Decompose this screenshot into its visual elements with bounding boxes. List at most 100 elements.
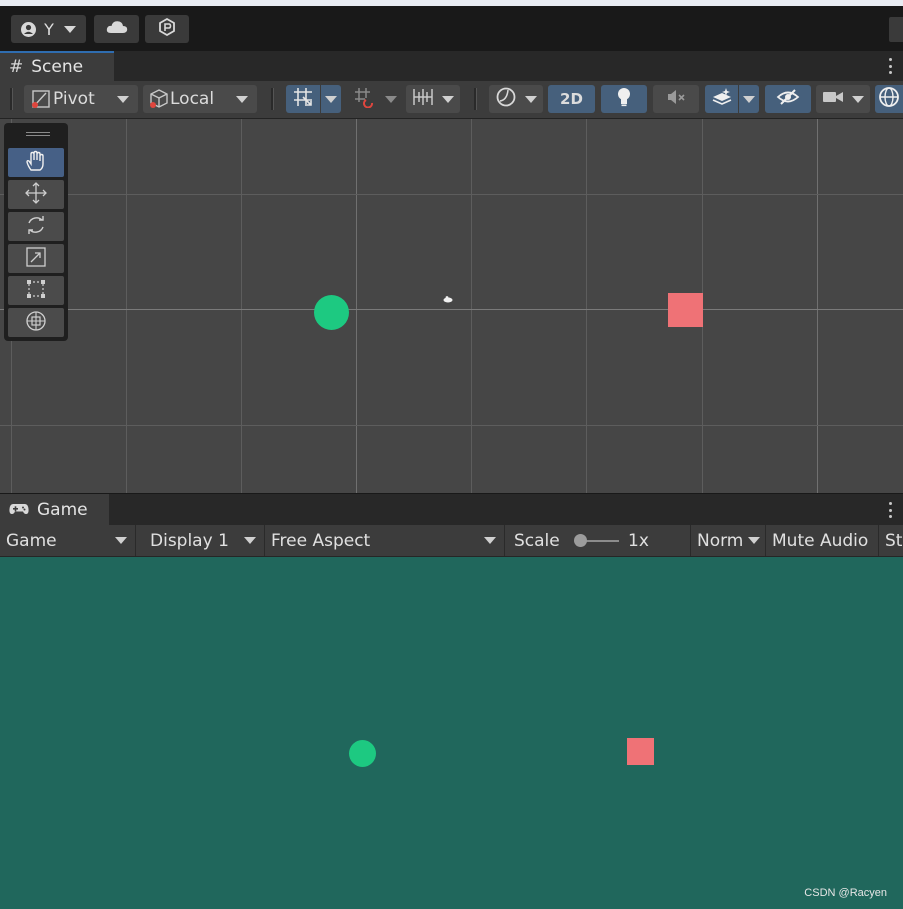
move-tool-button[interactable] <box>8 180 64 209</box>
collab-icon <box>158 17 176 40</box>
mute-audio-label: Mute Audio <box>772 530 869 551</box>
scene-circle-sprite[interactable] <box>314 295 349 330</box>
display-select-value: Display 1 <box>150 530 229 551</box>
rect-transform-icon <box>25 278 47 304</box>
mode-2d-label: 2D <box>560 90 583 108</box>
norm-select[interactable]: Norm <box>691 525 766 556</box>
stats-toggle[interactable]: St <box>879 525 903 556</box>
scene-visibility-toggle[interactable] <box>765 85 811 113</box>
grid-line <box>817 119 818 493</box>
chevron-down-icon <box>117 96 129 103</box>
tab-scene[interactable]: # Scene <box>0 51 114 81</box>
grid-line <box>0 309 903 310</box>
rotate-icon <box>25 214 47 240</box>
chevron-down-icon <box>236 96 248 103</box>
game-view-select[interactable]: Game <box>0 525 136 556</box>
game-view[interactable]: CSDN @Racyen <box>0 557 903 909</box>
chevron-down-icon <box>63 25 76 33</box>
chevron-down-icon <box>115 537 127 544</box>
rect-tool-button[interactable] <box>8 276 64 305</box>
local-label: Local <box>170 89 215 109</box>
game-toolbar: Game Display 1 Free Aspect Scale 1x Norm… <box>0 525 903 557</box>
aspect-select-value: Free Aspect <box>271 530 371 551</box>
overlay-grip <box>26 135 50 136</box>
local-dropdown[interactable]: Local <box>143 85 257 113</box>
more-options-icon[interactable] <box>887 502 893 518</box>
scale-tool-button[interactable] <box>8 244 64 273</box>
chevron-down-icon <box>525 96 537 103</box>
rotate-tool-button[interactable] <box>8 212 64 241</box>
scene-camera-dropdown[interactable] <box>816 85 870 113</box>
grid-line <box>241 119 242 493</box>
eye-slash-icon <box>776 88 800 111</box>
chevron-down-icon <box>385 96 397 103</box>
chevron-down-icon <box>484 537 496 544</box>
chevron-down-icon <box>442 96 454 103</box>
scene-toolbar: Pivot Local 2D <box>0 81 903 119</box>
chevron-down-icon <box>743 95 755 103</box>
watermark: CSDN @Racyen <box>804 887 887 899</box>
view-tool-button[interactable] <box>8 148 64 177</box>
audio-mute-icon <box>666 88 686 111</box>
account-label: Y <box>44 19 54 39</box>
scale-control: Scale 1x <box>505 525 691 556</box>
mute-audio-toggle[interactable]: Mute Audio <box>766 525 879 556</box>
cloud-icon <box>106 20 128 38</box>
aspect-select[interactable]: Free Aspect <box>265 525 505 556</box>
chevron-down-icon <box>748 537 760 544</box>
tools-overlay <box>4 123 68 341</box>
grid-line <box>471 119 472 493</box>
chevron-down-icon <box>244 537 256 544</box>
tab-game[interactable]: Game <box>0 494 109 525</box>
grid-line <box>0 425 903 426</box>
ruler-snap-dropdown[interactable] <box>406 85 460 113</box>
tab-game-label: Game <box>37 499 88 520</box>
hash-icon: # <box>9 57 24 77</box>
grid-snap-icon <box>292 86 314 113</box>
scale-slider-handle[interactable] <box>574 534 587 547</box>
scene-square-sprite[interactable] <box>668 293 703 327</box>
grid-line <box>356 119 357 493</box>
more-options-icon[interactable] <box>887 58 893 74</box>
game-circle-sprite <box>349 740 376 767</box>
toolbar-separator <box>271 88 274 110</box>
game-view-select-value: Game <box>6 530 57 551</box>
chevron-down-icon <box>325 95 337 103</box>
scene-view[interactable] <box>0 119 903 493</box>
light-bulb-icon <box>616 87 632 112</box>
lighting-toggle[interactable] <box>601 85 647 113</box>
increment-snap-dropdown[interactable] <box>347 85 401 113</box>
effects-menu[interactable] <box>739 85 759 113</box>
move-arrows-icon <box>24 181 48 209</box>
audio-toggle[interactable] <box>653 85 699 113</box>
transform-icon <box>24 309 48 337</box>
camera-gizmo-icon[interactable] <box>443 288 453 307</box>
shading-sphere-icon <box>495 86 517 113</box>
collab-button[interactable] <box>145 15 189 43</box>
account-dropdown[interactable]: Y <box>11 15 86 43</box>
account-icon <box>21 21 37 37</box>
ruler-icon <box>412 87 434 112</box>
toolbar-right-button[interactable] <box>889 17 903 42</box>
overlay-grip[interactable] <box>26 132 50 133</box>
toolbar-separator <box>474 88 477 110</box>
scale-label: Scale <box>514 530 560 551</box>
main-toolbar: Y <box>0 6 903 50</box>
effects-toggle[interactable] <box>705 85 738 113</box>
stats-label: St <box>885 530 903 551</box>
grid-snap-menu[interactable] <box>321 85 341 113</box>
display-select[interactable]: Display 1 <box>136 525 265 556</box>
grid-line <box>126 119 127 493</box>
grid-snap-toggle[interactable] <box>286 85 320 113</box>
mode-2d-toggle[interactable]: 2D <box>548 85 595 113</box>
grid-line <box>586 119 587 493</box>
transform-tool-button[interactable] <box>8 308 64 337</box>
game-tab-bar: Game <box>0 494 903 525</box>
pivot-label: Pivot <box>53 89 95 109</box>
cloud-button[interactable] <box>94 15 139 43</box>
gizmo-globe-icon <box>878 86 900 113</box>
toolbar-grip <box>10 88 13 110</box>
gizmos-toggle[interactable] <box>875 85 903 113</box>
pivot-dropdown[interactable]: Pivot <box>24 85 138 113</box>
shading-mode-dropdown[interactable] <box>489 85 543 113</box>
